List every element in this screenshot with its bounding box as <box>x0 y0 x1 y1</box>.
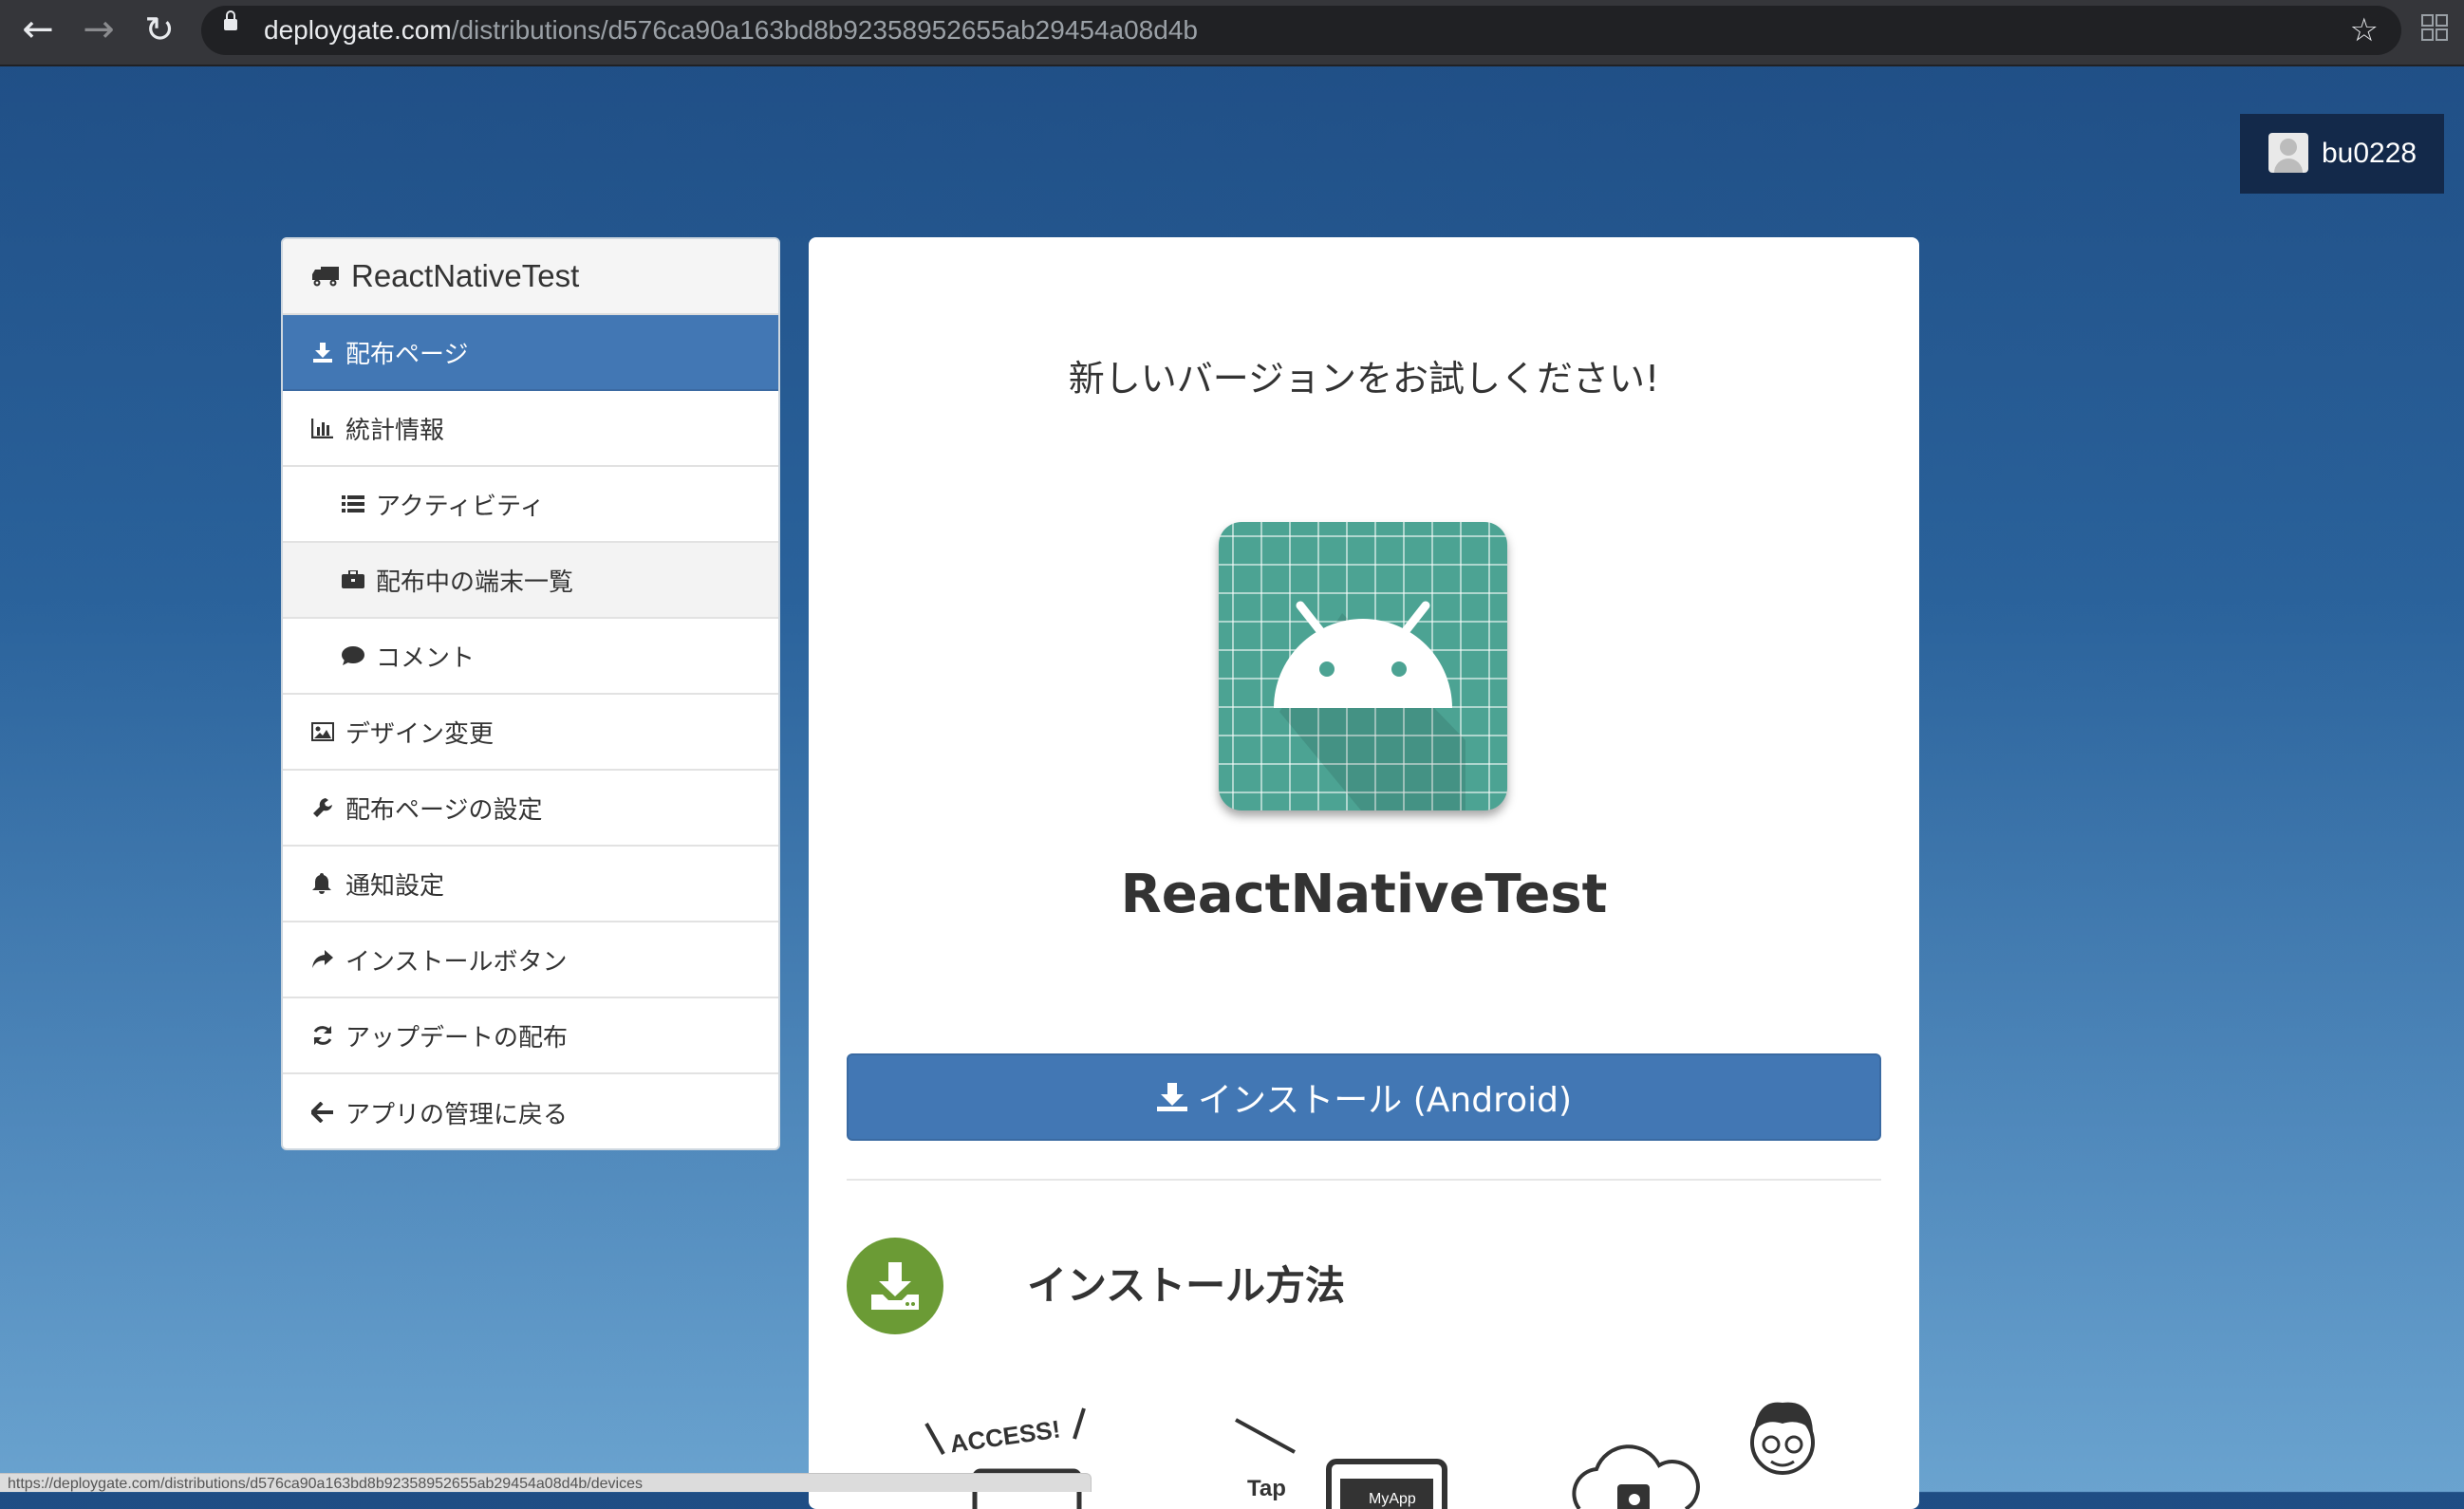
sidebar-item-label: 通知設定 <box>345 871 445 901</box>
url-text[interactable]: deploygate.com/distributions/d576ca90a16… <box>264 6 1198 55</box>
truck-icon <box>312 267 339 287</box>
cloud-user-illustration <box>1572 1402 1815 1509</box>
myapp-text: MyApp <box>1369 1491 1416 1507</box>
tap-text: Tap <box>1247 1476 1286 1501</box>
wrench-icon <box>311 796 336 819</box>
sidebar-title: ReactNativeTest <box>351 258 580 293</box>
bar-chart-icon <box>311 418 336 438</box>
android-robot-icon <box>1274 601 1465 810</box>
sidebar-item-label: インストールボタン <box>345 947 568 977</box>
install-android-button[interactable]: インストール (Android) <box>847 1053 1881 1141</box>
tap-app-illustration: Tap MyApp <box>1235 1418 1447 1509</box>
sidebar-item-label: アプリの管理に戻る <box>345 1100 569 1129</box>
download-icon <box>1157 1083 1187 1111</box>
sidebar-item-label: アップデートの配布 <box>345 1023 569 1053</box>
reload-button[interactable]: ↻ <box>131 0 188 61</box>
divider <box>847 1179 1881 1181</box>
status-bar: https://deploygate.com/distributions/d57… <box>0 1473 1092 1492</box>
sidebar-item-activity[interactable]: アクティビティ <box>283 467 778 543</box>
install-button-label: インストール (Android) <box>1198 1081 1572 1120</box>
tagline: 新しいバージョンをお試しください! <box>1068 358 1660 400</box>
user-menu[interactable]: bu0228 <box>2240 114 2444 194</box>
sidebar-item-label: 配布ページの設定 <box>345 795 543 825</box>
app-icon <box>1219 522 1507 810</box>
sidebar-item-devices[interactable]: 配布中の端末一覧 <box>283 543 778 619</box>
howto-title: インストール方法 <box>1027 1262 1346 1309</box>
sidebar: ReactNativeTest 配布ページ 統計情報 アクティビティ 配布中の端… <box>281 237 780 1150</box>
sidebar-item-comments[interactable]: コメント <box>283 619 778 695</box>
distribution-card: 新しいバージョンをお試しください! ReactNativeTest インストール… <box>809 237 1919 1509</box>
sidebar-item-label: デザイン変更 <box>345 719 495 749</box>
sidebar-item-install-button[interactable]: インストールボタン <box>283 922 778 998</box>
sidebar-item-distribution-page[interactable]: 配布ページ <box>283 315 778 391</box>
sidebar-item-label: アクティビティ <box>376 492 545 521</box>
arrow-left-icon <box>311 1102 336 1123</box>
url-path: /distributions/d576ca90a163bd8b923589526… <box>451 15 1198 45</box>
sidebar-item-notifications[interactable]: 通知設定 <box>283 847 778 922</box>
avatar <box>2268 133 2308 173</box>
refresh-icon <box>311 1024 336 1047</box>
sidebar-item-label: 配布ページ <box>345 340 469 369</box>
extensions-icon[interactable] <box>2420 13 2453 46</box>
install-howto-icon <box>847 1238 943 1334</box>
download-icon <box>311 341 336 363</box>
forward-button[interactable]: → <box>70 0 127 61</box>
sidebar-item-statistics[interactable]: 統計情報 <box>283 391 778 467</box>
app-name: ReactNativeTest <box>1120 864 1608 925</box>
bell-icon <box>311 872 336 895</box>
share-icon <box>311 949 336 970</box>
sidebar-item-label: 統計情報 <box>345 416 445 445</box>
user-name: bu0228 <box>2322 138 2417 169</box>
comment-icon <box>342 645 366 666</box>
briefcase-icon <box>342 570 366 589</box>
list-icon <box>342 494 366 513</box>
sidebar-item-label: 配布中の端末一覧 <box>376 568 574 597</box>
sidebar-item-page-settings[interactable]: 配布ページの設定 <box>283 771 778 847</box>
browser-toolbar: ← → ↻ deploygate.com/distributions/d576c… <box>0 0 2464 66</box>
sidebar-item-label: コメント <box>376 643 476 673</box>
sidebar-item-design[interactable]: デザイン変更 <box>283 695 778 771</box>
picture-icon <box>311 722 336 741</box>
bookmark-star-icon[interactable]: ☆ <box>2350 6 2379 55</box>
sidebar-header: ReactNativeTest <box>283 239 778 315</box>
sidebar-item-back-to-app[interactable]: アプリの管理に戻る <box>283 1074 778 1148</box>
sidebar-item-update-distribution[interactable]: アップデートの配布 <box>283 998 778 1074</box>
access-text: ACCESS! <box>948 1414 1062 1458</box>
url-host: deploygate.com <box>264 15 452 45</box>
back-button[interactable]: ← <box>9 0 66 61</box>
lock-icon <box>224 10 237 30</box>
address-bar[interactable]: deploygate.com/distributions/d576ca90a16… <box>201 6 2401 55</box>
